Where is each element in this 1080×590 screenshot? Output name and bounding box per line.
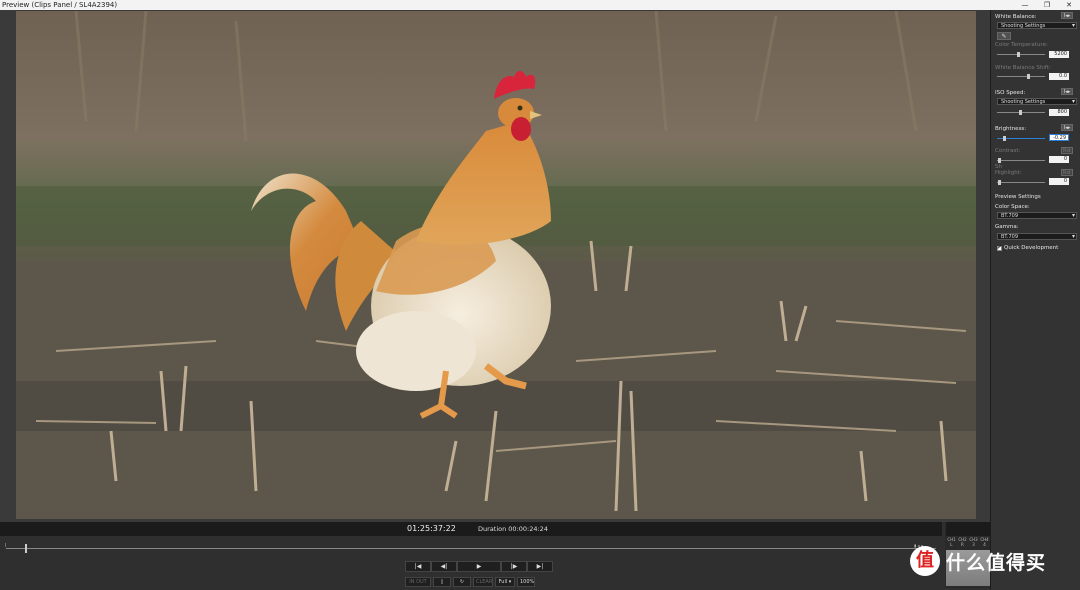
go-to-end-button[interactable]: ▶| — [527, 561, 553, 572]
rooster-photo — [16, 11, 976, 519]
highlight-value[interactable]: 0 — [1049, 178, 1069, 185]
white-balance-reset-button[interactable]: I◂▸ — [1061, 12, 1073, 19]
brightness-value[interactable]: -0.29 — [1049, 134, 1069, 141]
color-space-label: Color Space: — [995, 204, 1030, 210]
highlight-slider[interactable] — [997, 180, 1045, 185]
contrast-label: Contrast: — [995, 148, 1021, 154]
watermark: 值 什么值得买 — [910, 546, 1046, 576]
play-button[interactable]: ▶ — [457, 561, 501, 572]
next-frame-button[interactable]: |▶ — [501, 561, 527, 572]
preview-settings-label: Preview Settings — [995, 194, 1041, 200]
color-temperature-value[interactable]: 5200 — [1049, 51, 1069, 58]
timeline-track[interactable] — [6, 548, 936, 549]
iso-slider[interactable] — [997, 110, 1045, 115]
secondary-controls: IN OUT ▯ ↻ CLEAR Full ▾ 100% — [405, 577, 535, 587]
gamma-label: Gamma: — [995, 224, 1019, 230]
contrast-value[interactable]: 0 — [1049, 156, 1069, 163]
slider-knob[interactable] — [1027, 74, 1030, 79]
timecode: 01:25:37:22 — [407, 524, 456, 533]
frame-button[interactable]: ▯ — [433, 577, 451, 587]
gamma-dropdown[interactable]: BT.709 — [997, 233, 1077, 240]
slider-knob[interactable] — [1019, 110, 1022, 115]
title-bar: Preview (Clips Panel / SL4A2394) — ❐ ✕ — [0, 0, 1080, 10]
iso-reset-button[interactable]: I◂▸ — [1061, 88, 1073, 95]
white-balance-label: White Balance: — [995, 14, 1037, 20]
eyedropper-button[interactable]: ✎ — [997, 32, 1011, 40]
settings-panel: White Balance: I◂▸ Shooting Settings ✎ C… — [990, 10, 1080, 590]
watermark-logo: 值 — [910, 546, 940, 576]
contrast-slider[interactable] — [997, 158, 1045, 163]
window-controls: — ❐ ✕ — [1014, 0, 1080, 10]
contrast-reset-button[interactable]: Rst — [1061, 147, 1073, 154]
watermark-text: 什么值得买 — [946, 551, 1047, 574]
wb-shift-value[interactable]: 0.0 — [1049, 73, 1069, 80]
slider-knob[interactable] — [998, 180, 1001, 185]
slider-knob[interactable] — [1003, 136, 1006, 141]
go-to-start-button[interactable]: |◀ — [405, 561, 431, 572]
window-title: Preview (Clips Panel / SL4A2394) — [2, 1, 118, 9]
duration: Duration 00:00:24:24 — [478, 525, 548, 533]
slider-knob[interactable] — [998, 158, 1001, 163]
iso-dropdown[interactable]: Shooting Settings — [997, 98, 1077, 105]
brightness-reset-button[interactable]: I◂▸ — [1061, 124, 1073, 131]
white-balance-dropdown[interactable]: Shooting Settings — [997, 22, 1077, 29]
iso-value[interactable]: 800 — [1049, 109, 1069, 116]
previous-frame-button[interactable]: ◀| — [431, 561, 457, 572]
brightness-slider[interactable] — [997, 136, 1045, 141]
color-space-dropdown[interactable]: BT.709 — [997, 212, 1077, 219]
clear-button[interactable]: CLEAR — [473, 577, 493, 587]
iso-speed-label: ISO Speed: — [995, 90, 1026, 96]
timecode-bar: 01:25:37:22 Duration 00:00:24:24 — [0, 522, 942, 536]
playback-controls: |◀ ◀| ▶ |▶ ▶| — [405, 561, 553, 572]
brightness-label: Brightness: — [995, 126, 1027, 132]
color-temperature-slider[interactable] — [997, 52, 1045, 57]
scale-button[interactable]: 100% — [517, 577, 535, 587]
playhead[interactable] — [25, 544, 27, 553]
wb-shift-label: White Balance Shift: — [995, 65, 1051, 71]
meter-header — [946, 522, 990, 536]
minimize-button[interactable]: — — [1014, 0, 1036, 10]
quick-development-label: Quick Development — [1004, 245, 1059, 251]
wb-shift-slider[interactable] — [997, 74, 1045, 79]
slider-knob[interactable] — [1017, 52, 1020, 57]
highlight-label: Highlight: — [995, 170, 1022, 176]
quick-development-checkbox[interactable] — [997, 244, 1002, 251]
zoom-dropdown[interactable]: Full ▾ — [495, 577, 515, 587]
color-temperature-label: Color Temperature: — [995, 42, 1048, 48]
maximize-button[interactable]: ❐ — [1036, 0, 1058, 10]
loop-button[interactable]: ↻ — [453, 577, 471, 587]
in-out-button[interactable]: IN OUT — [405, 577, 431, 587]
preview-viewer — [0, 10, 990, 522]
shadow-label: Sh — [995, 164, 1002, 170]
close-button[interactable]: ✕ — [1058, 0, 1080, 10]
preview-image[interactable] — [16, 11, 976, 519]
highlight-reset-button[interactable]: Rst — [1061, 169, 1073, 176]
